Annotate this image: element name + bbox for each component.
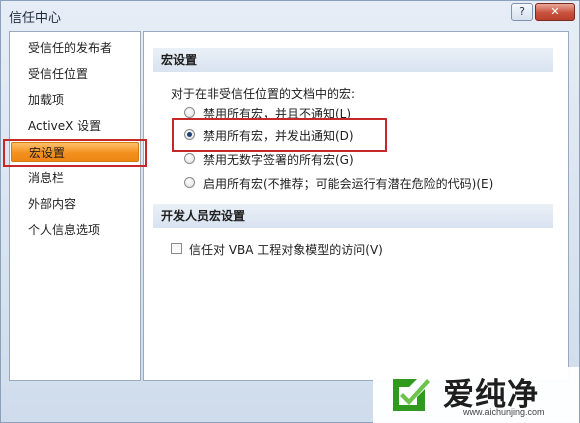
sidebar-item-trusted-publishers[interactable]: 受信任的发布者 [11,38,139,58]
sidebar-nav: 受信任的发布者 受信任位置 加载项 ActiveX 设置 宏设置 消息栏 外部内… [9,31,141,381]
radio-button[interactable] [184,153,195,164]
close-button[interactable]: ✕ [535,3,575,21]
macro-settings-header: 宏设置 [153,48,553,72]
macro-settings-description: 对于在非受信任位置的文档中的宏: [171,87,356,101]
vba-trust-label[interactable]: 信任对 VBA 工程对象模型的访问(V) [189,241,383,258]
sidebar-item-add-ins[interactable]: 加载项 [11,90,139,110]
developer-settings-header: 开发人员宏设置 [153,204,553,228]
sidebar-item-trusted-locations[interactable]: 受信任位置 [11,64,139,84]
window-title: 信任中心 [9,11,62,26]
sidebar-item-activex[interactable]: ActiveX 设置 [11,116,139,136]
sidebar-item-message-bar[interactable]: 消息栏 [11,168,139,188]
watermark-url: www.aichunjing.com [463,407,545,417]
radio-label: 禁用无数字签署的所有宏(G) [203,153,354,167]
help-button[interactable]: ? [511,3,533,21]
radio-button[interactable] [184,177,195,188]
trust-center-window: 信任中心 ? ✕ 受信任的发布者 受信任位置 加载项 ActiveX 设置 宏设… [0,0,580,423]
highlight-box-option [172,118,387,152]
vba-trust-checkbox[interactable] [171,243,182,254]
title-bar: 信任中心 ? ✕ [1,1,579,29]
sidebar-item-external-content[interactable]: 外部内容 [11,194,139,214]
highlight-box-sidebar [3,139,147,167]
settings-panel: 宏设置 对于在非受信任位置的文档中的宏: 禁用所有宏，并且不通知(L) 禁用所有… [143,31,569,381]
radio-label: 启用所有宏(不推荐；可能会运行有潜在危险的代码)(E) [203,177,494,191]
watermark-logo-icon [393,379,430,411]
sidebar-item-privacy-options[interactable]: 个人信息选项 [11,220,139,240]
radio-button[interactable] [184,107,195,118]
watermark: 爱纯净 www.aichunjing.com [373,367,579,423]
